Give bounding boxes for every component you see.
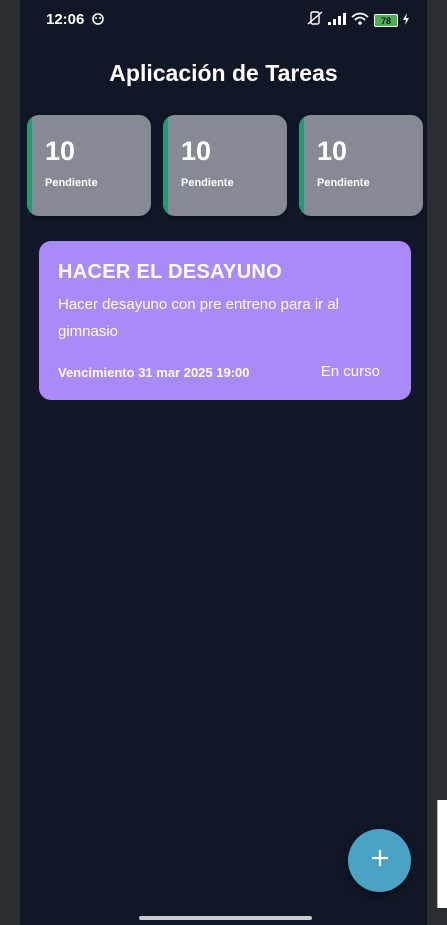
vibrate-off-icon <box>307 11 323 30</box>
home-indicator[interactable] <box>139 916 312 920</box>
wifi-icon <box>351 12 369 30</box>
task-description: Hacer desayuno con pre entreno para ir a… <box>58 296 340 340</box>
stat-label: Pendiente <box>45 177 98 189</box>
phone-screen: 12:06 78 Aplicación de Tareas 10 Pendien… <box>20 0 427 925</box>
page-title: Aplicación de Tareas <box>109 60 338 86</box>
task-card[interactable]: HACER EL DESAYUNO Hacer desayuno con pre… <box>39 241 411 400</box>
stat-accent <box>299 115 304 216</box>
stat-count: 10 <box>317 136 348 166</box>
task-title: HACER EL DESAYUNO <box>58 261 283 283</box>
plus-icon <box>370 848 390 873</box>
stat-accent <box>163 115 168 216</box>
stat-card-1[interactable]: 10 Pendiente <box>27 115 151 216</box>
stat-accent <box>27 115 32 216</box>
side-panel-edge <box>437 800 447 908</box>
add-task-button[interactable] <box>348 829 411 892</box>
status-bar: 12:06 78 <box>20 0 427 40</box>
battery-icon: 78 <box>374 14 398 27</box>
stat-count: 10 <box>181 136 212 166</box>
charging-icon <box>403 12 409 30</box>
notification-icon <box>92 12 104 30</box>
task-status: En curso <box>320 363 380 380</box>
signal-icon <box>328 12 346 30</box>
task-due-date: Vencimiento 31 mar 2025 19:00 <box>58 365 250 380</box>
stat-card-3[interactable]: 10 Pendiente <box>299 115 423 216</box>
status-time: 12:06 <box>46 11 85 28</box>
stat-label: Pendiente <box>181 177 234 189</box>
stat-card-2[interactable]: 10 Pendiente <box>163 115 287 216</box>
stat-label: Pendiente <box>317 177 370 189</box>
stat-count: 10 <box>45 136 76 166</box>
status-icons: 78 <box>307 11 409 30</box>
